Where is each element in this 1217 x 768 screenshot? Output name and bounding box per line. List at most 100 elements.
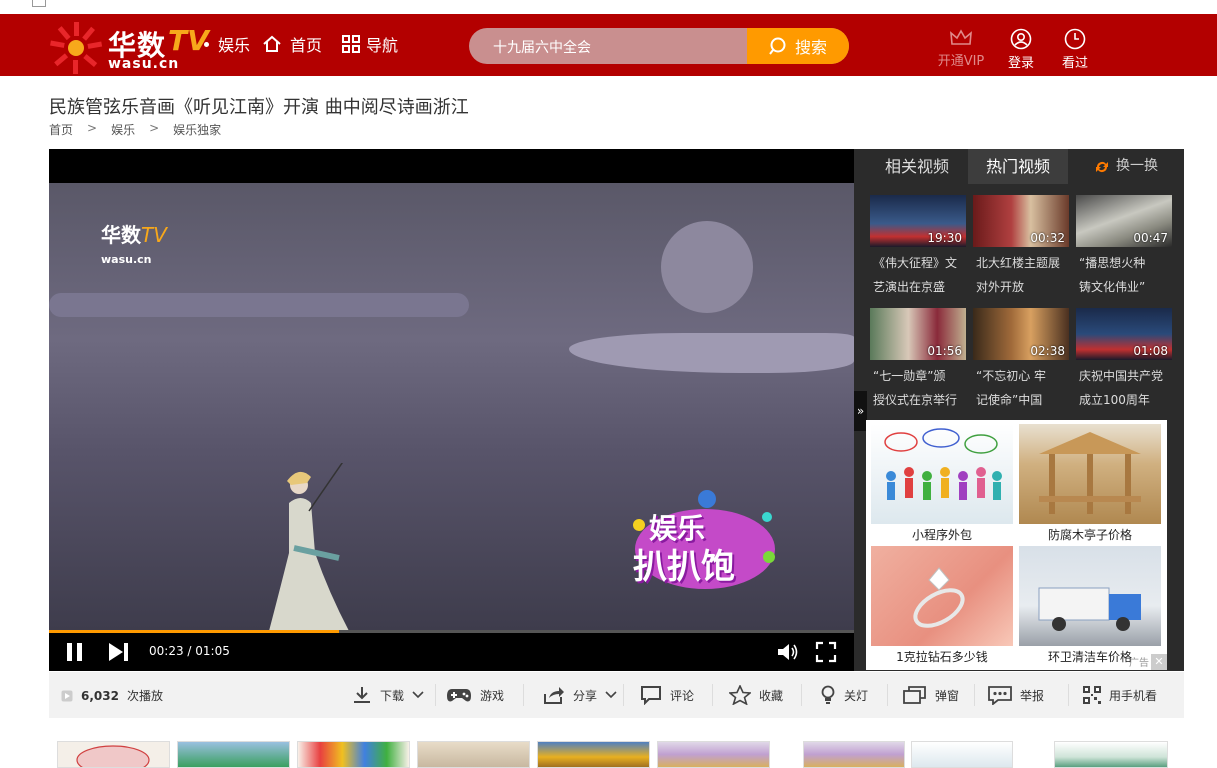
video-title[interactable]: “不忘初心 牢 记使命”中国	[976, 364, 1076, 412]
game-button[interactable]: 游戏	[446, 684, 504, 706]
ad-caption[interactable]: 小程序外包	[871, 526, 1013, 543]
vip-button[interactable]: 开通VIP	[931, 28, 991, 69]
recommend-thumbnail[interactable]	[537, 741, 650, 768]
tab-related-videos[interactable]: 相关视频	[862, 149, 972, 184]
refresh-icon	[1096, 161, 1108, 172]
video-title-line: “七一勋章”颁	[873, 369, 946, 383]
comment-button[interactable]: 评论	[640, 684, 694, 706]
video-player[interactable]: 华数TV wasu.cn 娱乐 扒扒饱 00:23 / 01:05	[49, 149, 854, 671]
video-title-line: 艺演出在京盛	[873, 280, 946, 294]
popup-label: 弹窗	[935, 688, 960, 703]
chevron-down-icon	[412, 691, 424, 699]
logo-url: wasu.cn	[108, 56, 180, 72]
nav-guide-label: 导航	[366, 36, 399, 55]
breadcrumb-home[interactable]: 首页	[49, 121, 73, 138]
sweeper-truck-icon	[1038, 587, 1141, 631]
fullscreen-icon[interactable]	[815, 641, 837, 663]
action-divider	[887, 684, 888, 706]
video-watermark: 华数TV wasu.cn	[101, 219, 167, 267]
recommend-thumbnail[interactable]	[297, 741, 410, 768]
recommend-thumbnail[interactable]	[657, 741, 770, 768]
login-button[interactable]: 登录	[991, 28, 1051, 71]
video-thumbnail[interactable]: 00:32	[973, 195, 1069, 247]
recommend-thumbnail[interactable]	[57, 741, 170, 768]
pause-icon[interactable]	[65, 641, 85, 663]
share-button[interactable]: 分享	[543, 684, 617, 706]
lightbulb-icon	[821, 685, 835, 704]
video-thumbnail[interactable]: 01:08	[1076, 308, 1172, 360]
history-button[interactable]: 看过	[1045, 28, 1105, 71]
badge-line2: 扒扒饱	[633, 547, 735, 587]
ad-image[interactable]	[1019, 546, 1161, 646]
action-divider	[435, 684, 436, 706]
recommend-thumbnail[interactable]	[1054, 741, 1168, 768]
nav-channel-link[interactable]: 娱乐	[218, 32, 250, 56]
player-controls: 00:23 / 01:05	[49, 633, 854, 671]
ad-image[interactable]	[871, 546, 1013, 646]
site-logo[interactable]: 华数 TV wasu.cn	[50, 18, 209, 74]
report-label: 举报	[1020, 688, 1045, 703]
action-bar: 6,032 次播放 下载 游戏 分享 评论 收藏 关灯 弹窗 举报 用手机看	[49, 672, 1184, 718]
report-icon	[988, 686, 1012, 705]
ad-close-button[interactable]: ✕	[1151, 654, 1167, 670]
download-button[interactable]: 下载	[352, 684, 424, 706]
search-button-label: 搜索	[794, 38, 827, 57]
breadcrumb-separator: >	[149, 121, 160, 135]
history-label: 看过	[1061, 56, 1088, 71]
video-moon	[661, 221, 753, 313]
search-button[interactable]: 搜索	[747, 28, 849, 64]
ad-image[interactable]	[1019, 424, 1161, 524]
recommend-thumbnail[interactable]	[911, 741, 1013, 768]
next-icon[interactable]	[107, 641, 131, 663]
share-label: 分享	[573, 688, 598, 703]
video-dancer	[269, 463, 349, 631]
recommend-thumbnail[interactable]	[803, 741, 905, 768]
search-icon	[769, 37, 786, 55]
video-thumbnail[interactable]: 00:47	[1076, 195, 1172, 247]
video-title[interactable]: 北大红楼主题展 对外开放	[976, 251, 1076, 299]
video-title[interactable]: “七一勋章”颁 授仪式在京举行	[873, 364, 973, 412]
breadcrumb-separator: >	[87, 121, 98, 135]
vip-label: 开通VIP	[937, 54, 985, 69]
video-mist	[569, 333, 854, 373]
video-thumbnail[interactable]: 02:38	[973, 308, 1069, 360]
recommend-thumbnail[interactable]	[177, 741, 290, 768]
video-title[interactable]: 庆祝中国共产党 成立100周年	[1079, 364, 1179, 412]
watermark-tv-text: TV	[141, 223, 167, 247]
video-duration: 19:30	[927, 231, 962, 245]
tab-hot-videos[interactable]: 热门视频	[968, 149, 1068, 184]
favorite-button[interactable]: 收藏	[729, 684, 783, 706]
popup-button[interactable]: 弹窗	[903, 684, 959, 706]
watch-on-mobile-button[interactable]: 用手机看	[1083, 684, 1157, 706]
video-thumbnail[interactable]: 01:56	[870, 308, 966, 360]
breadcrumb-section[interactable]: 娱乐独家	[173, 121, 221, 138]
video-duration: 01:56	[927, 344, 962, 358]
share-icon	[544, 687, 564, 704]
breadcrumb-channel[interactable]: 娱乐	[111, 121, 135, 138]
logo-sunburst-icon	[50, 22, 103, 74]
playback-time: 00:23 / 01:05	[149, 644, 230, 658]
ad-image[interactable]	[871, 424, 1013, 524]
qr-code-icon	[1083, 686, 1101, 704]
nav-home-link[interactable]: 首页	[262, 32, 322, 56]
report-button[interactable]: 举报	[988, 684, 1044, 706]
video-thumbnail[interactable]: 19:30	[870, 195, 966, 247]
lights-off-label: 关灯	[844, 688, 869, 703]
nav-guide-link[interactable]: 导航	[342, 32, 398, 56]
video-title[interactable]: 《伟大征程》文 艺演出在京盛	[873, 251, 973, 299]
video-title[interactable]: “播思想火种 铸文化伟业”	[1079, 251, 1179, 299]
ad-tag: 广告	[1129, 658, 1149, 669]
favorite-label: 收藏	[759, 688, 784, 703]
video-frame[interactable]: 华数TV wasu.cn 娱乐 扒扒饱	[49, 183, 854, 631]
search-box: 搜索	[469, 28, 849, 64]
video-duration: 00:32	[1030, 231, 1065, 245]
search-input[interactable]	[469, 28, 773, 64]
recommend-thumbnail[interactable]	[417, 741, 530, 768]
ad-caption[interactable]: 防腐木亭子价格	[1019, 526, 1161, 543]
ad-caption[interactable]: 1克拉钻石多少钱	[871, 648, 1013, 665]
volume-icon[interactable]	[776, 641, 800, 663]
home-icon	[263, 35, 281, 52]
refresh-button[interactable]: 换一换	[1094, 149, 1158, 184]
video-title-line: 北大红楼主题展	[976, 256, 1061, 270]
lights-off-button[interactable]: 关灯	[820, 684, 868, 706]
